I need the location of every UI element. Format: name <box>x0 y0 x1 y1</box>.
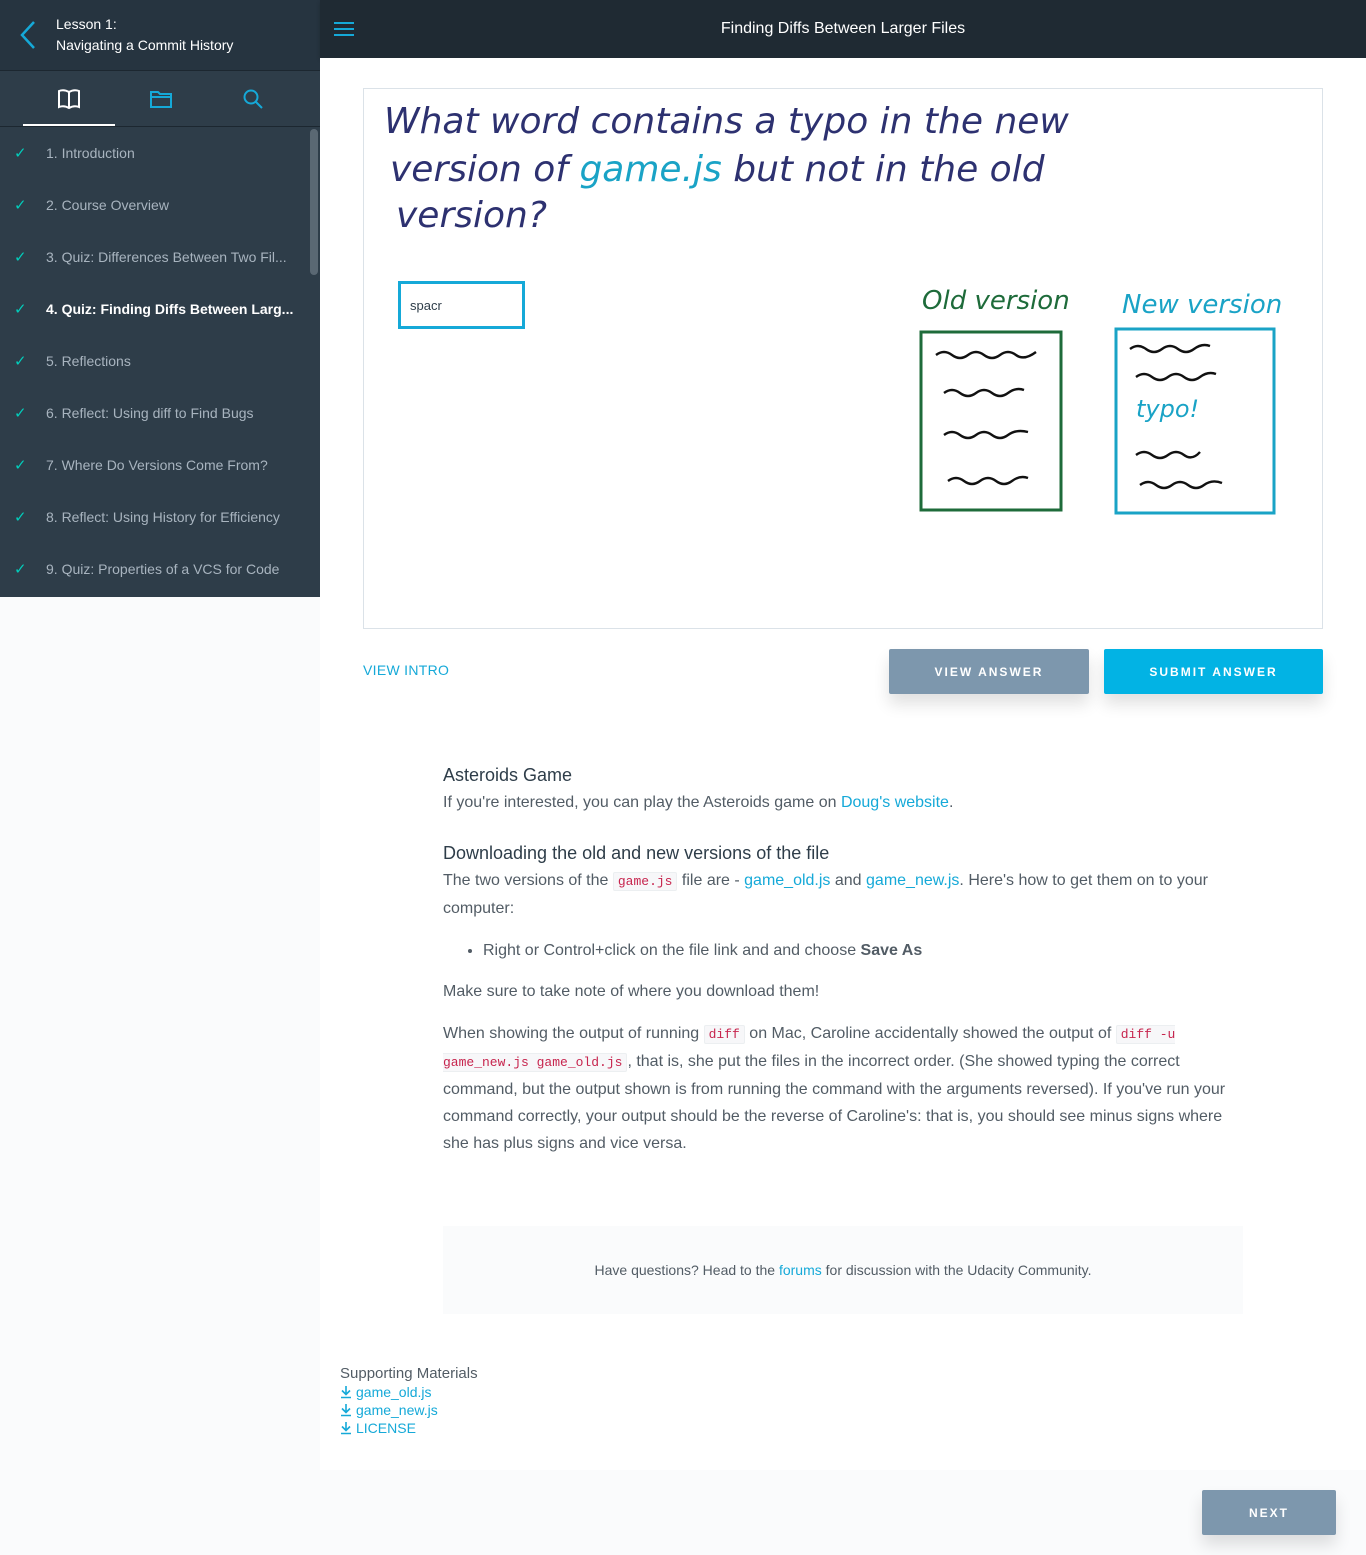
tab-lessons[interactable] <box>23 71 115 126</box>
inline-code: game.js <box>612 872 678 891</box>
download-icon <box>341 1386 351 1399</box>
sidebar-item-label: 5. Reflections <box>46 353 131 369</box>
sidebar-item-label: 6. Reflect: Using diff to Find Bugs <box>46 405 254 421</box>
sidebar-item-label: 4. Quiz: Finding Diffs Between Larg... <box>46 301 294 317</box>
sidebar-item-label: 2. Course Overview <box>46 197 169 213</box>
download-icon <box>341 1422 351 1435</box>
sidebar-item-reflect-diff[interactable]: ✓ 6. Reflect: Using diff to Find Bugs <box>0 387 320 439</box>
question-line-3: version? <box>396 195 547 236</box>
search-icon <box>243 89 263 109</box>
check-icon: ✓ <box>14 561 27 578</box>
instructor-notes: Asteroids Game If you're interested, you… <box>443 763 1243 1172</box>
back-button[interactable] <box>0 0 56 71</box>
check-icon: ✓ <box>14 509 27 526</box>
question-line-1: What word contains a typo in the new <box>384 101 1069 142</box>
sidebar-header: Lesson 1: Navigating a Commit History <box>0 0 320 71</box>
typo-label: typo! <box>1136 395 1199 423</box>
sidebar-item-label: 3. Quiz: Differences Between Two Fil... <box>46 249 287 265</box>
submit-answer-button[interactable]: SUBMIT ANSWER <box>1104 649 1323 694</box>
sidebar-item-label: 8. Reflect: Using History for Efficiency <box>46 509 280 525</box>
old-file-scribbles <box>935 350 1037 486</box>
asteroids-heading: Asteroids Game <box>443 765 573 785</box>
top-bar: Finding Diffs Between Larger Files <box>320 0 1366 58</box>
new-version-label: New version <box>1122 290 1282 320</box>
sidebar-tabs <box>0 71 320 127</box>
dougs-website-link[interactable]: Doug's website <box>841 794 949 811</box>
download-game-old[interactable]: game_old.js <box>340 1383 478 1401</box>
download-game-new[interactable]: game_new.js <box>340 1401 478 1419</box>
note-paragraph: Make sure to take note of where you down… <box>443 983 820 1000</box>
book-icon <box>58 88 80 109</box>
quiz-image: What word contains a typo in the new ver… <box>384 101 1282 515</box>
page-title: Finding Diffs Between Larger Files <box>720 20 966 37</box>
supporting-materials-title: Supporting Materials <box>340 1365 478 1382</box>
sidebar-item-quiz-vcs[interactable]: ✓ 9. Quiz: Properties of a VCS for Code <box>0 543 320 595</box>
sidebar-item-introduction[interactable]: ✓ 1. Introduction <box>0 127 320 179</box>
folder-icon <box>150 90 172 108</box>
sidebar-item-versions[interactable]: ✓ 7. Where Do Versions Come From? <box>0 439 320 491</box>
menu-button[interactable] <box>320 0 368 58</box>
forums-link[interactable]: forums <box>779 1262 822 1278</box>
check-icon: ✓ <box>14 197 27 214</box>
question-line-2: version of game.js but not in the old <box>390 149 1046 190</box>
lesson-number: Lesson 1: <box>56 16 117 32</box>
concept-list: ✓ 1. Introduction ✓ 2. Course Overview ✓… <box>0 127 320 597</box>
download-paragraph: The two versions of the game.js file are… <box>443 872 1208 917</box>
forum-callout: Have questions? Head to the forums for d… <box>443 1226 1243 1314</box>
check-icon: ✓ <box>14 301 27 318</box>
sidebar-item-reflections[interactable]: ✓ 5. Reflections <box>0 335 320 387</box>
inline-code: diff <box>703 1025 745 1044</box>
sidebar-item-label: 7. Where Do Versions Come From? <box>46 457 268 473</box>
asteroids-paragraph: If you're interested, you can play the A… <box>443 794 954 811</box>
quiz-frame: What word contains a typo in the new ver… <box>363 88 1323 629</box>
next-button[interactable]: NEXT <box>1202 1490 1336 1535</box>
answer-input[interactable] <box>398 281 525 329</box>
diff-paragraph: When showing the output of running diff … <box>443 1025 1226 1152</box>
sidebar-item-label: 1. Introduction <box>46 145 135 161</box>
hamburger-icon <box>334 22 354 36</box>
check-icon: ✓ <box>14 249 27 266</box>
view-intro-link[interactable]: VIEW INTRO <box>363 662 449 678</box>
lesson-heading: Lesson 1: Navigating a Commit History <box>56 14 233 56</box>
tab-resources[interactable] <box>115 71 207 126</box>
old-version-label: Old version <box>922 286 1070 316</box>
download-license[interactable]: LICENSE <box>340 1419 478 1437</box>
sidebar: Lesson 1: Navigating a Commit History ✓ <box>0 0 320 597</box>
game-old-link[interactable]: game_old.js <box>744 872 830 889</box>
download-icon <box>341 1404 351 1417</box>
check-icon: ✓ <box>14 405 27 422</box>
sidebar-item-course-overview[interactable]: ✓ 2. Course Overview <box>0 179 320 231</box>
view-answer-button[interactable]: VIEW ANSWER <box>889 649 1089 694</box>
sidebar-item-reflect-history[interactable]: ✓ 8. Reflect: Using History for Efficien… <box>0 491 320 543</box>
list-item: Right or Control+click on the file link … <box>483 937 1243 964</box>
game-new-link[interactable]: game_new.js <box>866 872 959 889</box>
sidebar-item-quiz-finding-diffs[interactable]: ✓ 4. Quiz: Finding Diffs Between Larg... <box>0 283 320 335</box>
check-icon: ✓ <box>14 145 27 162</box>
supporting-materials: Supporting Materials game_old.js game_ne… <box>340 1365 478 1437</box>
lesson-title: Navigating a Commit History <box>56 37 234 53</box>
check-icon: ✓ <box>14 457 27 474</box>
instruction-list: Right or Control+click on the file link … <box>483 937 1243 964</box>
sidebar-scrollbar[interactable] <box>310 129 318 275</box>
check-icon: ✓ <box>14 353 27 370</box>
tab-search[interactable] <box>207 71 299 126</box>
main-content: What word contains a typo in the new ver… <box>320 58 1366 1470</box>
sidebar-item-quiz-differences[interactable]: ✓ 3. Quiz: Differences Between Two Fil..… <box>0 231 320 283</box>
sidebar-item-label: 9. Quiz: Properties of a VCS for Code <box>46 561 280 577</box>
downloading-heading: Downloading the old and new versions of … <box>443 843 830 863</box>
chevron-left-icon <box>20 21 35 49</box>
